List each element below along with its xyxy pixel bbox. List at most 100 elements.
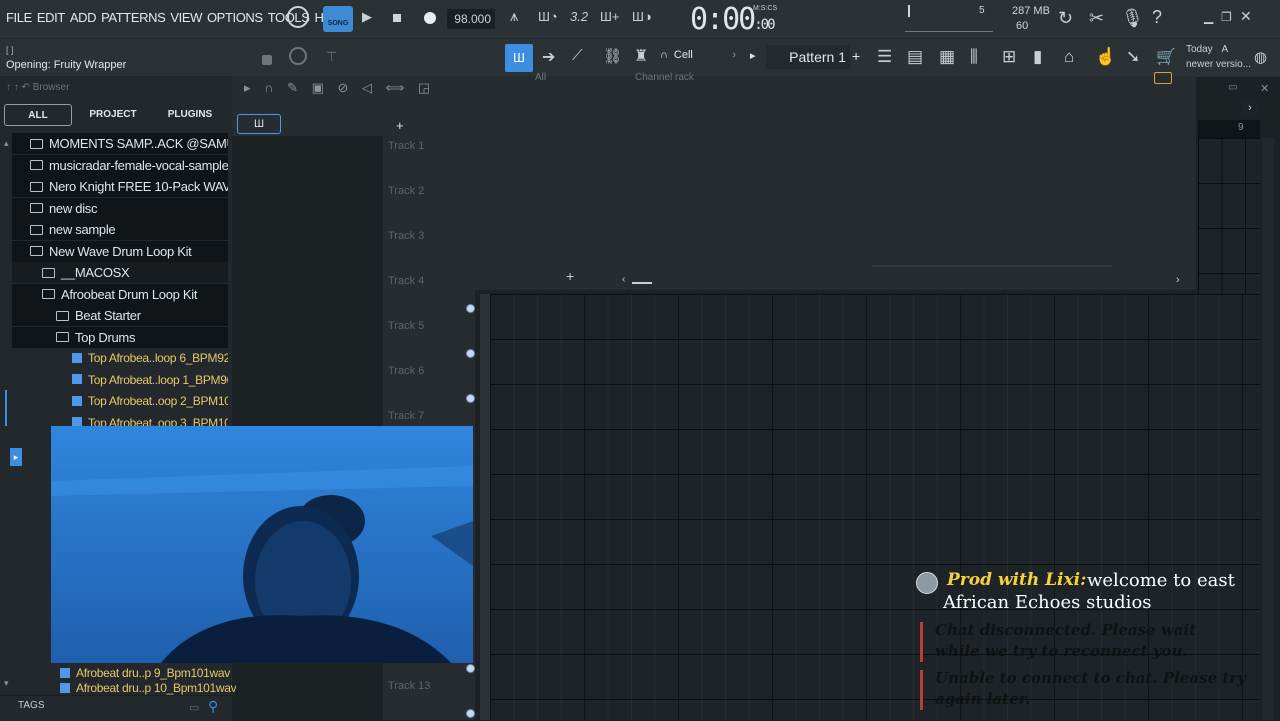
list-item[interactable]: Top Afrobeat..loop 1_BPM96 (12, 370, 228, 391)
play-icon[interactable]: ▶ (362, 9, 372, 25)
menu-file[interactable]: FILE (6, 10, 32, 25)
playlist-window-icon[interactable]: ☰ (877, 47, 892, 67)
mixer-icon[interactable]: ⫼ (970, 47, 978, 67)
close-icon[interactable]: ✕ (1240, 8, 1252, 25)
loop-record-icon[interactable]: Ш◑ (632, 9, 652, 24)
playlist-grid-top[interactable] (1198, 138, 1260, 294)
minimize-icon[interactable]: ▁ (1204, 10, 1213, 24)
piano-roll-icon[interactable]: ▤ (907, 47, 923, 67)
tab-project[interactable]: PROJECT (78, 104, 148, 126)
track-mute-led[interactable] (466, 709, 475, 718)
track-label[interactable]: Track 6 (388, 365, 424, 377)
menu-edit[interactable]: EDIT (37, 10, 65, 25)
scroll-left-icon[interactable]: ‹ (622, 274, 625, 285)
list-item[interactable]: Afroobeat Drum Loop Kit (12, 283, 228, 305)
list-item[interactable]: Nero Knight FREE 10-Pack WAVs (12, 176, 228, 197)
link-icon[interactable]: ⛓ (603, 47, 622, 65)
list-item-label: new disc (49, 200, 98, 216)
list-item[interactable]: Afrobeat dru..p 10_Bpm101wav (60, 683, 236, 695)
list-item[interactable]: new disc (12, 197, 228, 219)
tempo-display[interactable]: 98.000 (447, 9, 495, 29)
list-item[interactable]: Top Afrobeat..oop 2_BPM101 (12, 391, 228, 412)
horizontal-scroll-thumb[interactable] (632, 282, 652, 284)
pitch-knob[interactable] (289, 47, 307, 65)
playlist-close-icon[interactable]: ✕ (1260, 82, 1269, 95)
menu-add[interactable]: ADD (70, 10, 97, 25)
news-panel[interactable]: Today A newer versio... (1186, 44, 1252, 74)
menu-options[interactable]: OPTIONS (207, 10, 263, 25)
search-icon[interactable]: ⚲ (208, 698, 218, 715)
cart-icon[interactable]: 🛒 (1156, 47, 1176, 67)
touch-icon[interactable]: ☝ (1095, 47, 1116, 67)
browser-scroll-indicator[interactable] (5, 390, 7, 426)
channel-filter[interactable]: All (535, 72, 546, 83)
track-label[interactable]: Track 7 (388, 410, 424, 422)
add-pattern-icon[interactable]: + (852, 48, 860, 64)
browser-icon[interactable]: ⊞ (1002, 47, 1016, 67)
export-icon[interactable]: ➘ (1126, 47, 1140, 67)
globe-icon[interactable]: ◍ (1254, 48, 1267, 66)
track-label[interactable]: Track 13 (388, 680, 430, 692)
track-mute-led[interactable] (466, 394, 475, 403)
list-item[interactable]: Afrobeat dru..p 9_Bpm101wav (60, 663, 230, 684)
playlist-scroll-right-icon[interactable]: › (1242, 100, 1258, 116)
list-item[interactable]: MOMENTS SAMP..ACK @SAMUDAI (12, 133, 228, 154)
track-label[interactable]: Track 5 (388, 320, 424, 332)
list-item[interactable]: __MACOSX (12, 262, 228, 283)
pattern-prev-icon[interactable]: ▸ (750, 49, 756, 62)
collapse-arrow-icon[interactable]: ▴ (4, 138, 9, 149)
track-label[interactable]: Track 3 (388, 230, 424, 242)
pattern-selector[interactable]: Pattern 1 (766, 45, 850, 69)
song-mode-toggle[interactable]: SONG (323, 6, 353, 32)
track-label[interactable]: Track 1 (388, 140, 424, 152)
pin-icon[interactable]: ⊤ (326, 49, 337, 65)
collapse-down-icon[interactable]: ▾ (4, 678, 9, 689)
tools-icon[interactable]: ✂ (1089, 8, 1104, 29)
folder-icon[interactable]: ▭ (189, 701, 199, 714)
wait-record-icon[interactable]: Ш◔ (538, 9, 558, 24)
menu-view[interactable]: VIEW (170, 10, 202, 25)
step-edit-icon[interactable]: Ш+ (600, 9, 620, 24)
list-item[interactable]: Top Drums (12, 326, 228, 348)
metronome-icon[interactable]: ⩚ (510, 8, 518, 25)
stop-icon[interactable] (393, 14, 401, 22)
add-channel-button[interactable]: + (566, 268, 574, 284)
stamp-icon[interactable]: ♜ (634, 46, 648, 66)
help-icon[interactable]: ? (1152, 7, 1162, 28)
track-mute-led[interactable] (466, 349, 475, 358)
browser-nav-icon[interactable]: ↑ ↑ ↶ (6, 82, 33, 93)
undo-icon[interactable]: ↻ (1058, 8, 1073, 29)
list-item[interactable]: musicradar-female-vocal-samples (12, 154, 228, 176)
list-item[interactable]: new sample (12, 219, 228, 240)
microphone-icon[interactable]: 🎙 (1121, 8, 1144, 29)
restore-icon[interactable]: ❐ (1221, 10, 1232, 24)
list-item[interactable]: New Wave Drum Loop Kit (12, 240, 228, 262)
list-item[interactable]: Top Afrobea..loop 6_BPM92 (12, 348, 228, 369)
project-icon[interactable]: ▮ (1033, 47, 1042, 67)
list-item[interactable]: Beat Starter (12, 305, 228, 326)
track-label[interactable]: Track 2 (388, 185, 424, 197)
track-mute-led[interactable] (466, 664, 475, 673)
rack-menu-icon[interactable] (1154, 72, 1172, 84)
playlist-button[interactable]: Ш (505, 44, 533, 72)
track-label[interactable]: Track 4 (388, 275, 424, 287)
master-volume-knob[interactable] (287, 6, 309, 28)
playlist-restore-icon[interactable]: ▭ (1228, 82, 1237, 93)
playlist-mode-button[interactable]: Ш (237, 114, 281, 134)
record-icon[interactable] (424, 12, 436, 24)
menu-patterns[interactable]: PATTERNS (101, 10, 166, 25)
tags-label[interactable]: TAGS (18, 700, 44, 711)
snap-selector[interactable]: ∩ Cell › (660, 49, 736, 67)
horizontal-scrollbar[interactable] (872, 265, 1112, 267)
plugin-icon[interactable]: ⌂ (1064, 47, 1074, 67)
scroll-right-icon[interactable]: › (1176, 274, 1180, 286)
browser-expand-handle[interactable]: ▸ (10, 448, 22, 466)
tab-all[interactable]: ALL (4, 104, 72, 126)
channel-rack-icon[interactable]: ▦ (939, 47, 955, 67)
brush-icon[interactable]: ⟋ (572, 47, 583, 64)
tab-plugins[interactable]: PLUGINS (154, 104, 226, 126)
arrow-right-icon[interactable]: ➔ (542, 47, 555, 67)
countdown-icon[interactable]: 3.2 (570, 9, 588, 24)
track-mute-led[interactable] (466, 304, 475, 313)
playlist-tool-icons[interactable]: ▸ ∩ ✎ ▣ ⊘ ◁ ⟺ ◲ ⬚ (244, 80, 461, 96)
